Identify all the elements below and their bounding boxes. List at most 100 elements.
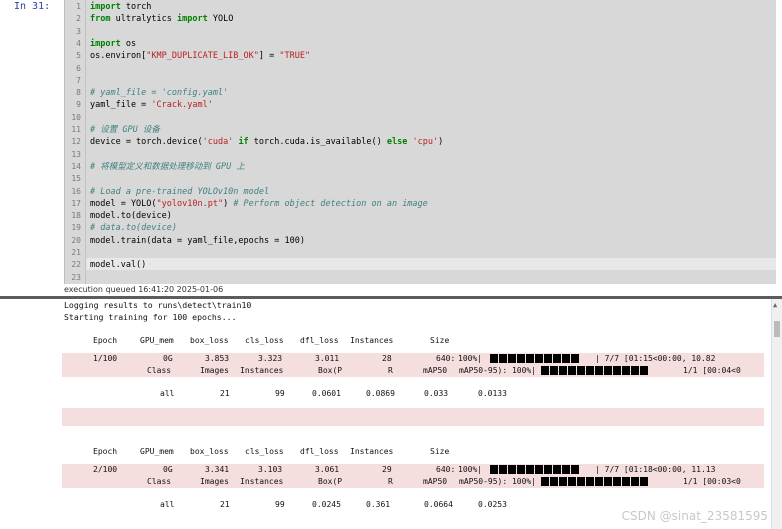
val-metric: mAP50-95): 100%| bbox=[459, 477, 537, 486]
line-number: 14 bbox=[71, 161, 81, 171]
log-line-start: Starting training for 100 epochs... bbox=[64, 312, 237, 322]
val-result: all bbox=[160, 389, 175, 398]
code-line[interactable]: os.environ["KMP_DUPLICATE_LIB_OK"] = "TR… bbox=[90, 50, 310, 62]
line-number: 5 bbox=[76, 51, 81, 61]
train-metric: 0G bbox=[163, 465, 173, 474]
column-header: cls_loss bbox=[245, 447, 284, 456]
column-header: dfl_loss bbox=[300, 447, 339, 456]
val-progress-bar bbox=[541, 366, 649, 375]
val-result: 0.0601 bbox=[312, 389, 341, 398]
val-metric: 1/1 [00:04<0 bbox=[683, 366, 741, 375]
val-result: 0.361 bbox=[366, 500, 391, 509]
log-line-results: Logging results to runs\detect\train10 bbox=[64, 300, 252, 310]
val-metric: mAP50 bbox=[423, 477, 448, 486]
line-number: 16 bbox=[71, 186, 81, 196]
code-line[interactable]: yaml_file = 'Crack.yaml' bbox=[90, 99, 213, 111]
code-line[interactable]: device = torch.device('cuda' if torch.cu… bbox=[90, 136, 443, 148]
val-result: 0.033 bbox=[424, 389, 449, 398]
code-line[interactable]: import torch bbox=[90, 1, 151, 13]
column-header: Epoch bbox=[93, 336, 118, 345]
column-header: Size bbox=[430, 336, 450, 345]
line-number: 17 bbox=[71, 198, 81, 208]
val-result: 0.0133 bbox=[478, 389, 507, 398]
code-cell[interactable]: In 31: 1 2 3 4 5 6 7 8 9 10 11 12 13 14 15 16 17 18 19 20 21… bbox=[0, 0, 782, 298]
train-metric: 3.853 bbox=[205, 354, 230, 363]
column-header: box_loss bbox=[190, 447, 229, 456]
train-metric: 640: bbox=[436, 354, 456, 363]
output-area: Logging results to runs\detect\train10 S… bbox=[0, 299, 772, 529]
scroll-up-icon[interactable]: ▲ bbox=[773, 301, 777, 309]
code-line[interactable]: model.to(device) bbox=[90, 210, 172, 222]
code-line[interactable]: model.val() bbox=[90, 259, 146, 271]
output-scrollbar[interactable]: ▲ bbox=[771, 299, 782, 529]
val-metric: R bbox=[388, 366, 393, 375]
column-header: dfl_loss bbox=[300, 336, 339, 345]
stderr-band bbox=[62, 408, 764, 426]
line-number: 13 bbox=[71, 149, 81, 159]
val-result: 21 bbox=[220, 389, 230, 398]
code-line[interactable]: import os bbox=[90, 38, 136, 50]
val-result: 99 bbox=[275, 500, 285, 509]
val-result: 21 bbox=[220, 500, 230, 509]
train-metric: 3.341 bbox=[205, 465, 230, 474]
code-line[interactable]: # 将模型定义和数据处理移动到 GPU 上 bbox=[90, 161, 245, 173]
code-line[interactable]: # 设置 GPU 设备 bbox=[90, 124, 160, 136]
line-number: 15 bbox=[71, 174, 81, 184]
train-progress-bar bbox=[490, 465, 580, 474]
train-metric: 100%| bbox=[458, 465, 483, 474]
val-result: 0.0664 bbox=[424, 500, 453, 509]
column-header: cls_loss bbox=[245, 336, 284, 345]
train-metric: 640: bbox=[436, 465, 456, 474]
line-number: 23 bbox=[71, 272, 81, 282]
train-metric: 28 bbox=[382, 354, 392, 363]
code-line[interactable]: # yaml_file = 'config.yaml' bbox=[90, 87, 228, 99]
val-metric: Instances bbox=[240, 477, 284, 486]
train-metric: | 7/7 [01:18<00:00, 11.13 bbox=[595, 465, 716, 474]
train-metric: 2/100 bbox=[93, 465, 118, 474]
line-number: 22 bbox=[71, 260, 81, 270]
val-result: 0.0253 bbox=[478, 500, 507, 509]
code-line[interactable]: model.train(data = yaml_file,epochs = 10… bbox=[90, 235, 305, 247]
train-metric: 0G bbox=[163, 354, 173, 363]
line-number: 9 bbox=[76, 100, 81, 110]
val-result: 0.0245 bbox=[312, 500, 341, 509]
val-result: 99 bbox=[275, 389, 285, 398]
code-line[interactable]: # Load a pre-trained YOLOv10n model bbox=[90, 186, 269, 198]
line-number: 18 bbox=[71, 211, 81, 221]
execution-status: execution queued 16:41:20 2025-01-06 bbox=[64, 285, 224, 294]
column-header: Instances bbox=[350, 447, 394, 456]
column-header: GPU_mem bbox=[140, 447, 174, 456]
line-gutter: 1 2 3 4 5 6 7 8 9 10 11 12 13 14 15 16 17 18 19 20 21 22 23 bbox=[65, 0, 86, 284]
active-line-highlight bbox=[86, 258, 776, 270]
code-line[interactable]: from ultralytics import YOLO bbox=[90, 13, 233, 25]
val-metric: 1/1 [00:03<0 bbox=[683, 477, 741, 486]
val-result: 0.0869 bbox=[366, 389, 395, 398]
val-metric: mAP50-95): 100%| bbox=[459, 366, 537, 375]
line-number: 1 bbox=[76, 2, 81, 11]
column-header: GPU_mem bbox=[140, 336, 174, 345]
line-number: 20 bbox=[71, 235, 81, 245]
val-metric: Class bbox=[147, 477, 172, 486]
code-line[interactable]: # data.to(device) bbox=[90, 222, 177, 234]
line-number: 10 bbox=[71, 112, 81, 122]
val-metric: Images bbox=[200, 366, 229, 375]
scroll-thumb[interactable] bbox=[774, 321, 780, 337]
column-header: box_loss bbox=[190, 336, 229, 345]
code-editor[interactable]: 1 2 3 4 5 6 7 8 9 10 11 12 13 14 15 16 17 18 19 20 21 22 23 im… bbox=[64, 0, 776, 284]
train-metric: 29 bbox=[382, 465, 392, 474]
val-progress-bar bbox=[541, 477, 649, 486]
train-metric: | 7/7 [01:15<00:00, 10.82 bbox=[595, 354, 716, 363]
line-number: 6 bbox=[76, 63, 81, 73]
watermark: CSDN @sinat_23581595 bbox=[621, 509, 768, 523]
line-number: 4 bbox=[76, 38, 81, 48]
line-number: 12 bbox=[71, 137, 81, 147]
line-number: 7 bbox=[76, 75, 81, 85]
line-number: 3 bbox=[76, 26, 81, 36]
train-metric: 3.103 bbox=[258, 465, 283, 474]
column-header: Instances bbox=[350, 336, 394, 345]
code-line[interactable]: model = YOLO("yolov10n.pt") # Perform ob… bbox=[90, 198, 428, 210]
val-metric: R bbox=[388, 477, 393, 486]
train-metric: 3.323 bbox=[258, 354, 283, 363]
train-metric: 3.011 bbox=[315, 354, 340, 363]
line-number: 11 bbox=[71, 125, 81, 134]
